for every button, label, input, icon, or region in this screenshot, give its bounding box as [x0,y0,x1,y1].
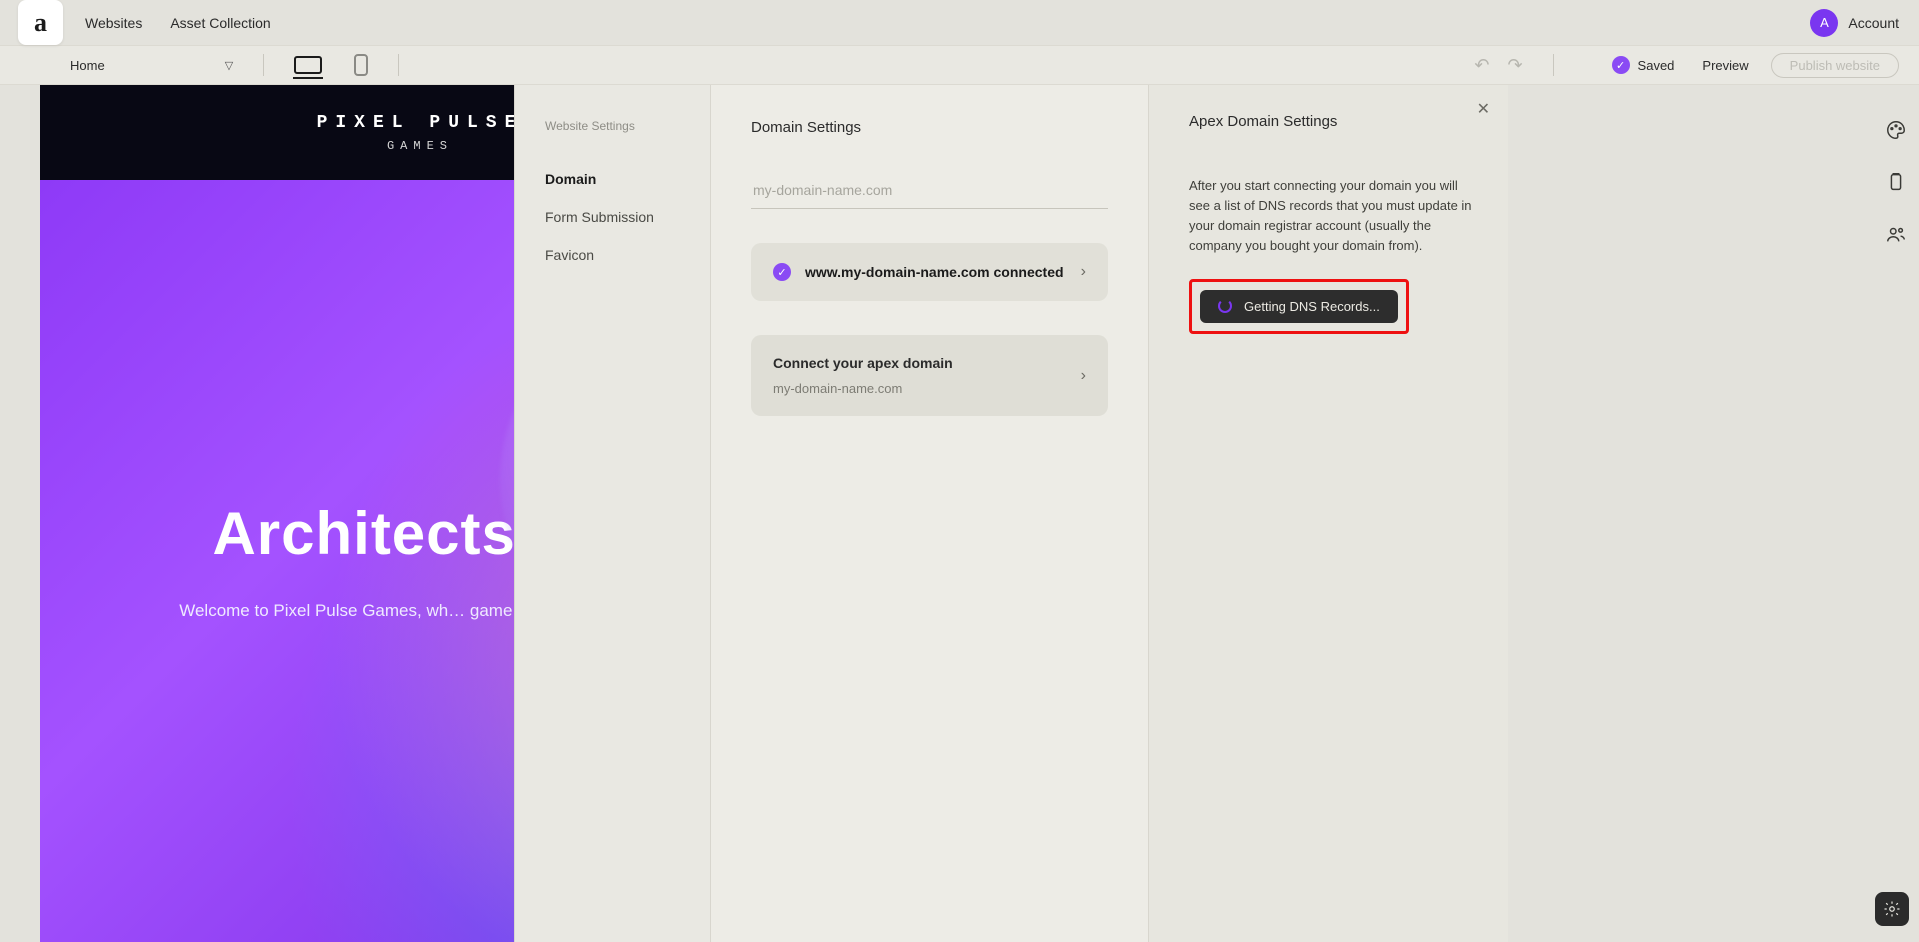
settings-nav-title: Website Settings [545,119,680,133]
account-avatar[interactable]: A [1810,9,1838,37]
desktop-view-icon[interactable] [294,56,322,74]
history-controls: ↶ ↷ [1474,55,1522,76]
page-selector-label: Home [70,58,105,73]
toolbar-separator [398,54,399,76]
dns-button-label: Getting DNS Records... [1244,299,1380,314]
chevron-right-icon: › [1081,263,1086,281]
close-icon[interactable]: ✕ [1477,99,1490,119]
chevron-right-icon: › [1081,367,1086,385]
spinner-icon [1218,299,1232,313]
mobile-view-icon[interactable] [354,54,368,76]
app-logo[interactable]: a [18,0,63,45]
workspace: PIXEL PULSE GAMES Architects of I Welcom… [0,85,1919,942]
save-status: ✓ Saved [1612,56,1675,74]
app-bar: a Websites Asset Collection A Account [0,0,1919,45]
toolbar-separator [263,54,264,76]
connected-domain-card[interactable]: ✓ www.my-domain-name.com connected › [751,243,1108,301]
right-tool-rail [1873,85,1919,942]
apex-card-title: Connect your apex domain [773,355,1086,371]
settings-nav-form-submission[interactable]: Form Submission [545,209,680,225]
apex-domain-card[interactable]: Connect your apex domain my-domain-name.… [751,335,1108,416]
domain-settings-panel: Domain Settings ✓ www.my-domain-name.com… [710,85,1148,942]
nav-websites[interactable]: Websites [85,15,142,31]
account-label[interactable]: Account [1848,15,1899,31]
page-selector[interactable]: Home ▽ [70,58,233,73]
settings-fab[interactable] [1875,892,1909,926]
website-settings-nav: Website Settings Domain Form Submission … [514,85,710,942]
domain-input[interactable] [751,176,1108,209]
dns-button-highlight: Getting DNS Records... [1189,279,1409,334]
domain-settings-title: Domain Settings [751,119,1108,136]
get-dns-records-button[interactable]: Getting DNS Records... [1200,290,1398,323]
toolbar-separator [1553,54,1554,76]
preview-button[interactable]: Preview [1702,58,1748,73]
settings-nav-favicon[interactable]: Favicon [545,247,680,263]
clipboard-icon[interactable] [1885,171,1907,193]
check-icon: ✓ [773,263,791,281]
connected-domain-text: www.my-domain-name.com connected [805,264,1081,280]
editor-toolbar: Home ▽ ↶ ↷ ✓ Saved Preview Publish websi… [0,45,1919,85]
apex-card-sub: my-domain-name.com [773,381,1086,396]
device-switcher [294,54,368,76]
apex-domain-panel: ✕ Apex Domain Settings After you start c… [1148,85,1508,942]
palette-icon[interactable] [1885,119,1907,141]
canvas-area: PIXEL PULSE GAMES Architects of I Welcom… [0,85,1919,942]
preview-brand-sub: GAMES [387,139,453,153]
publish-button[interactable]: Publish website [1771,53,1899,78]
settings-nav-domain[interactable]: Domain [545,171,680,187]
redo-icon[interactable]: ↷ [1507,55,1522,76]
undo-icon[interactable]: ↶ [1474,55,1489,76]
apex-panel-title: Apex Domain Settings [1189,113,1482,130]
preview-brand-name: PIXEL PULSE [317,113,524,133]
apex-info-text: After you start connecting your domain y… [1189,176,1482,257]
collaborators-icon[interactable] [1885,223,1907,245]
chevron-down-icon: ▽ [225,59,233,72]
nav-asset-collection[interactable]: Asset Collection [170,15,270,31]
check-icon: ✓ [1612,56,1630,74]
gear-icon [1883,900,1901,918]
save-status-label: Saved [1638,58,1675,73]
